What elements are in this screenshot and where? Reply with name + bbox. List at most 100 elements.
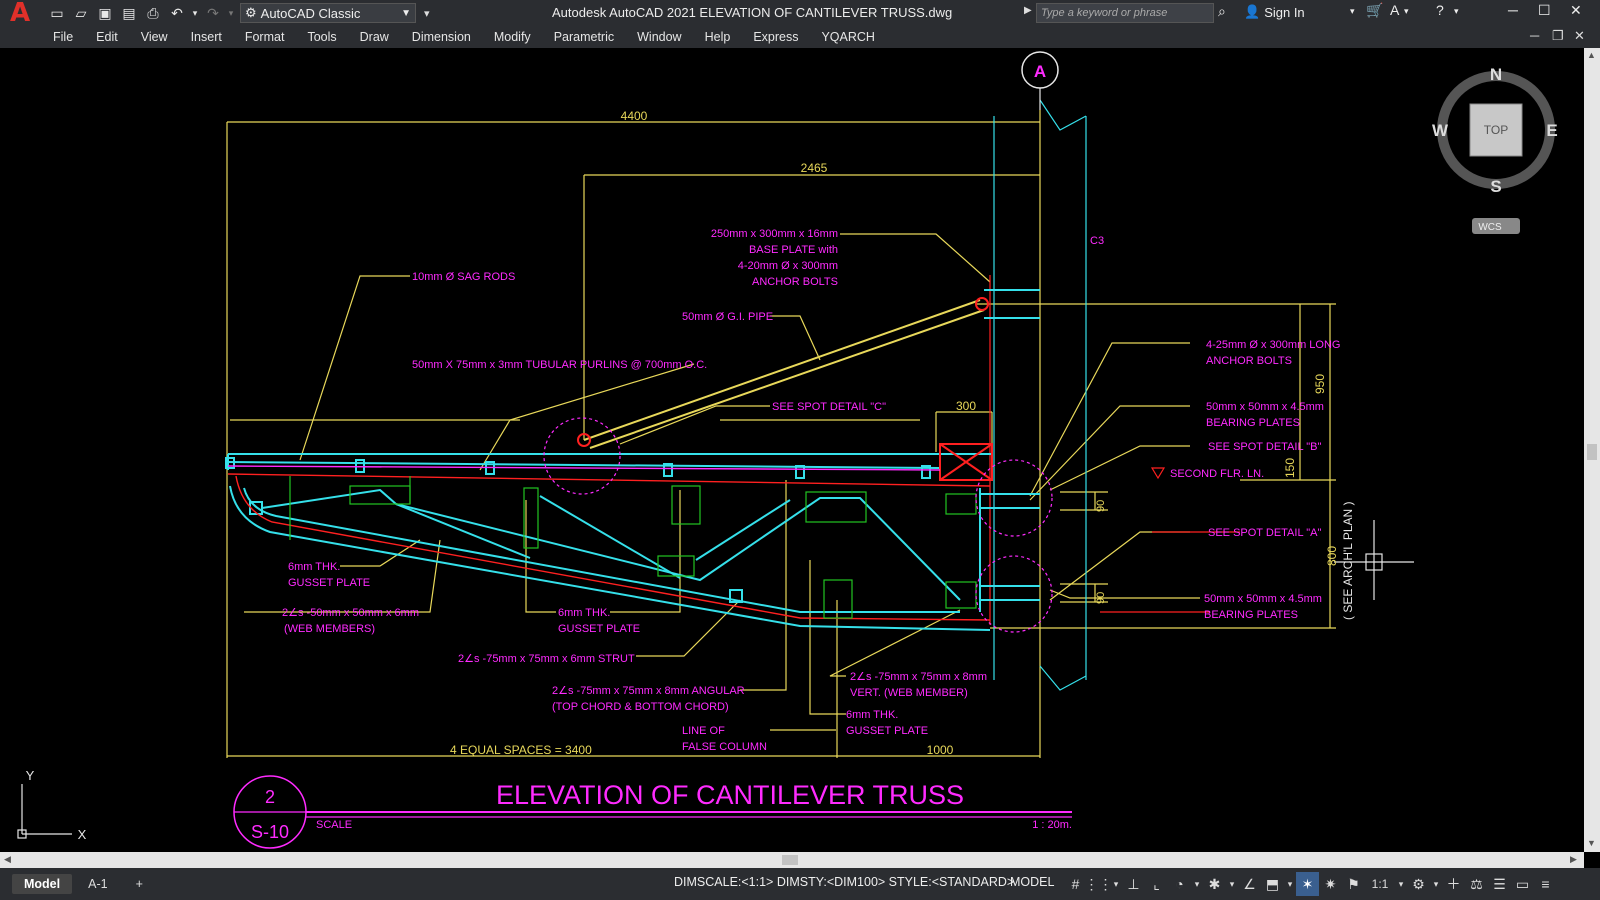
tab-add-layout[interactable]: +	[124, 874, 155, 894]
undo-dropdown-icon[interactable]: ▾	[190, 2, 200, 24]
horizontal-scrollbar[interactable]: ◀ ▶	[0, 852, 1584, 868]
chevron-right-icon[interactable]: ▶	[1024, 5, 1032, 16]
chevron-down-icon[interactable]: ▾	[1350, 6, 1355, 17]
object-snap-tracking-icon[interactable]: ✱	[1203, 872, 1226, 896]
menu-modify[interactable]: Modify	[494, 30, 531, 44]
transparency-icon[interactable]: ⬒	[1261, 872, 1284, 896]
scroll-right-icon[interactable]: ▶	[1570, 854, 1577, 865]
menu-help[interactable]: Help	[705, 30, 731, 44]
menu-yqarch[interactable]: YQARCH	[821, 30, 874, 44]
dimension-status: DIMSCALE:<1:1> DIMSTY:<DIM100> STYLE:<ST…	[674, 875, 1015, 889]
model-space-toggle[interactable]: MODEL	[1010, 875, 1054, 889]
chevron-down-icon[interactable]: ▾	[1395, 872, 1407, 896]
label-bearing-bot-1: 50mm x 50mm x 4.5mm	[1204, 593, 1322, 605]
annotation-monitor-icon[interactable]: ＋	[1442, 872, 1465, 896]
chevron-down-icon[interactable]: ▾	[1454, 6, 1459, 17]
selection-cycling-icon[interactable]: ✶	[1296, 872, 1319, 896]
minimize-icon[interactable]: ─	[1508, 2, 1518, 18]
doc-close-icon[interactable]: ✕	[1574, 28, 1585, 44]
workspace-gear-icon[interactable]: ⚙	[1407, 872, 1430, 896]
menu-insert[interactable]: Insert	[191, 30, 222, 44]
ucs-y-label: Y	[26, 768, 35, 783]
search-input[interactable]: Type a keyword or phrase	[1036, 3, 1214, 23]
lineweight-icon[interactable]: ∠	[1238, 872, 1261, 896]
save-icon[interactable]: ▣	[94, 2, 116, 24]
menu-dimension[interactable]: Dimension	[412, 30, 471, 44]
label-web-members-1: 2∠s -50mm x 50mm x 6mm	[282, 607, 419, 619]
viewcube[interactable]: TOP N S E W WCS	[1432, 65, 1558, 234]
drawing-canvas[interactable]: 4400 2465 300 950 150 90 90 800 1000 4 E…	[0, 48, 1584, 852]
chevron-down-icon[interactable]: ▾	[1226, 872, 1238, 896]
chevron-down-icon[interactable]: ▾	[1404, 6, 1409, 17]
autodesk-a360-icon[interactable]: A	[1390, 2, 1399, 18]
close-icon[interactable]: ✕	[1570, 2, 1582, 19]
wcs-label: WCS	[1478, 222, 1502, 233]
menu-tools[interactable]: Tools	[307, 30, 336, 44]
scroll-down-icon[interactable]: ▼	[1587, 838, 1596, 848]
autocad-logo[interactable]: A	[0, 0, 40, 28]
ortho-icon[interactable]: ⌞	[1145, 872, 1168, 896]
chevron-down-icon[interactable]: ▾	[1284, 872, 1296, 896]
scroll-left-icon[interactable]: ◀	[4, 854, 11, 865]
vertical-scrollbar[interactable]: ▲ ▼	[1584, 48, 1600, 852]
redo-dropdown-icon[interactable]: ▾	[226, 2, 236, 24]
compass-n[interactable]: N	[1490, 65, 1502, 84]
polar-icon[interactable]: ◔	[1168, 872, 1191, 896]
label-gusset-1b: GUSSET PLATE	[288, 577, 370, 589]
horizontal-scroll-thumb[interactable]	[782, 855, 798, 865]
undo-icon[interactable]: ↶	[166, 2, 188, 24]
compass-e[interactable]: E	[1546, 121, 1557, 140]
sign-in-button[interactable]: 👤 Sign In	[1244, 4, 1305, 20]
help-icon[interactable]: ?	[1436, 2, 1444, 18]
menu-window[interactable]: Window	[637, 30, 681, 44]
label-base-plate-2: BASE PLATE with	[749, 244, 838, 256]
search-icon[interactable]: ⌕	[1218, 3, 1226, 20]
doc-restore-icon[interactable]: ❐	[1552, 28, 1564, 44]
workspace-selector[interactable]: ⚙ AutoCAD Classic ▼	[240, 3, 416, 23]
scroll-up-icon[interactable]: ▲	[1587, 50, 1596, 60]
new-file-icon[interactable]: ▭	[46, 2, 68, 24]
chevron-down-icon[interactable]: ▾	[1191, 872, 1203, 896]
customize-qa-icon[interactable]: ▾	[424, 7, 430, 20]
menu-file[interactable]: File	[53, 30, 73, 44]
compass-w[interactable]: W	[1432, 121, 1449, 140]
dim-2465: 2465	[801, 161, 828, 175]
open-folder-icon[interactable]: ▱	[70, 2, 92, 24]
maximize-icon[interactable]: ☐	[1538, 2, 1551, 19]
label-vert-web-1: 2∠s -75mm x 75mm x 8mm	[850, 671, 987, 683]
gi-pipe	[583, 299, 985, 449]
title-number: 2	[265, 787, 275, 807]
compass-s[interactable]: S	[1490, 177, 1501, 196]
tab-model[interactable]: Model	[12, 874, 73, 894]
units-icon[interactable]: ⚖	[1465, 872, 1488, 896]
tab-layout-a1[interactable]: A-1	[76, 874, 119, 894]
menu-format[interactable]: Format	[245, 30, 285, 44]
save-as-icon[interactable]: ▤	[118, 2, 140, 24]
vertical-scroll-thumb[interactable]	[1587, 444, 1597, 460]
customize-menu-icon[interactable]: ≡	[1534, 872, 1557, 896]
chevron-down-icon[interactable]: ▾	[1430, 872, 1442, 896]
doc-minimize-icon[interactable]: ─	[1530, 28, 1539, 43]
chevron-down-icon[interactable]: ▾	[1110, 872, 1122, 896]
label-base-plate-1: 250mm x 300mm x 16mm	[711, 228, 838, 240]
infer-constraints-icon[interactable]: ⊥	[1122, 872, 1145, 896]
redo-icon[interactable]: ↷	[202, 2, 224, 24]
menu-parametric[interactable]: Parametric	[554, 30, 614, 44]
cart-icon[interactable]: 🛒	[1366, 2, 1383, 19]
menu-draw[interactable]: Draw	[360, 30, 389, 44]
isolate-objects-icon[interactable]: ▭	[1511, 872, 1534, 896]
status-toggles: # ⋮⋮ ▾ ⊥ ⌞ ◔ ▾ ✱ ▾ ∠ ⬒ ▾ ✶ ✷ ⚑ 1:1 ▾ ⚙ ▾…	[1064, 872, 1557, 896]
menu-view[interactable]: View	[141, 30, 168, 44]
menu-express[interactable]: Express	[753, 30, 798, 44]
annotation-visibility-icon[interactable]: ✷	[1319, 872, 1342, 896]
scale-value[interactable]: 1:1	[1365, 872, 1395, 896]
annotation-scale-icon[interactable]: ⚑	[1342, 872, 1365, 896]
print-icon[interactable]: ⎙	[142, 2, 164, 24]
snap-icon[interactable]: ⋮⋮	[1085, 872, 1113, 896]
title-sheet: S-10	[251, 822, 289, 842]
label-base-plate-3: 4-20mm Ø x 300mm	[738, 260, 838, 272]
quick-properties-icon[interactable]: ☰	[1488, 872, 1511, 896]
window-title: Autodesk AutoCAD 2021 ELEVATION OF CANTI…	[552, 5, 953, 20]
menu-edit[interactable]: Edit	[96, 30, 118, 44]
title-bar: A ▭ ▱ ▣ ▤ ⎙ ↶ ▾ ↷ ▾ ⚙ AutoCAD Classic ▼ …	[0, 0, 1600, 28]
